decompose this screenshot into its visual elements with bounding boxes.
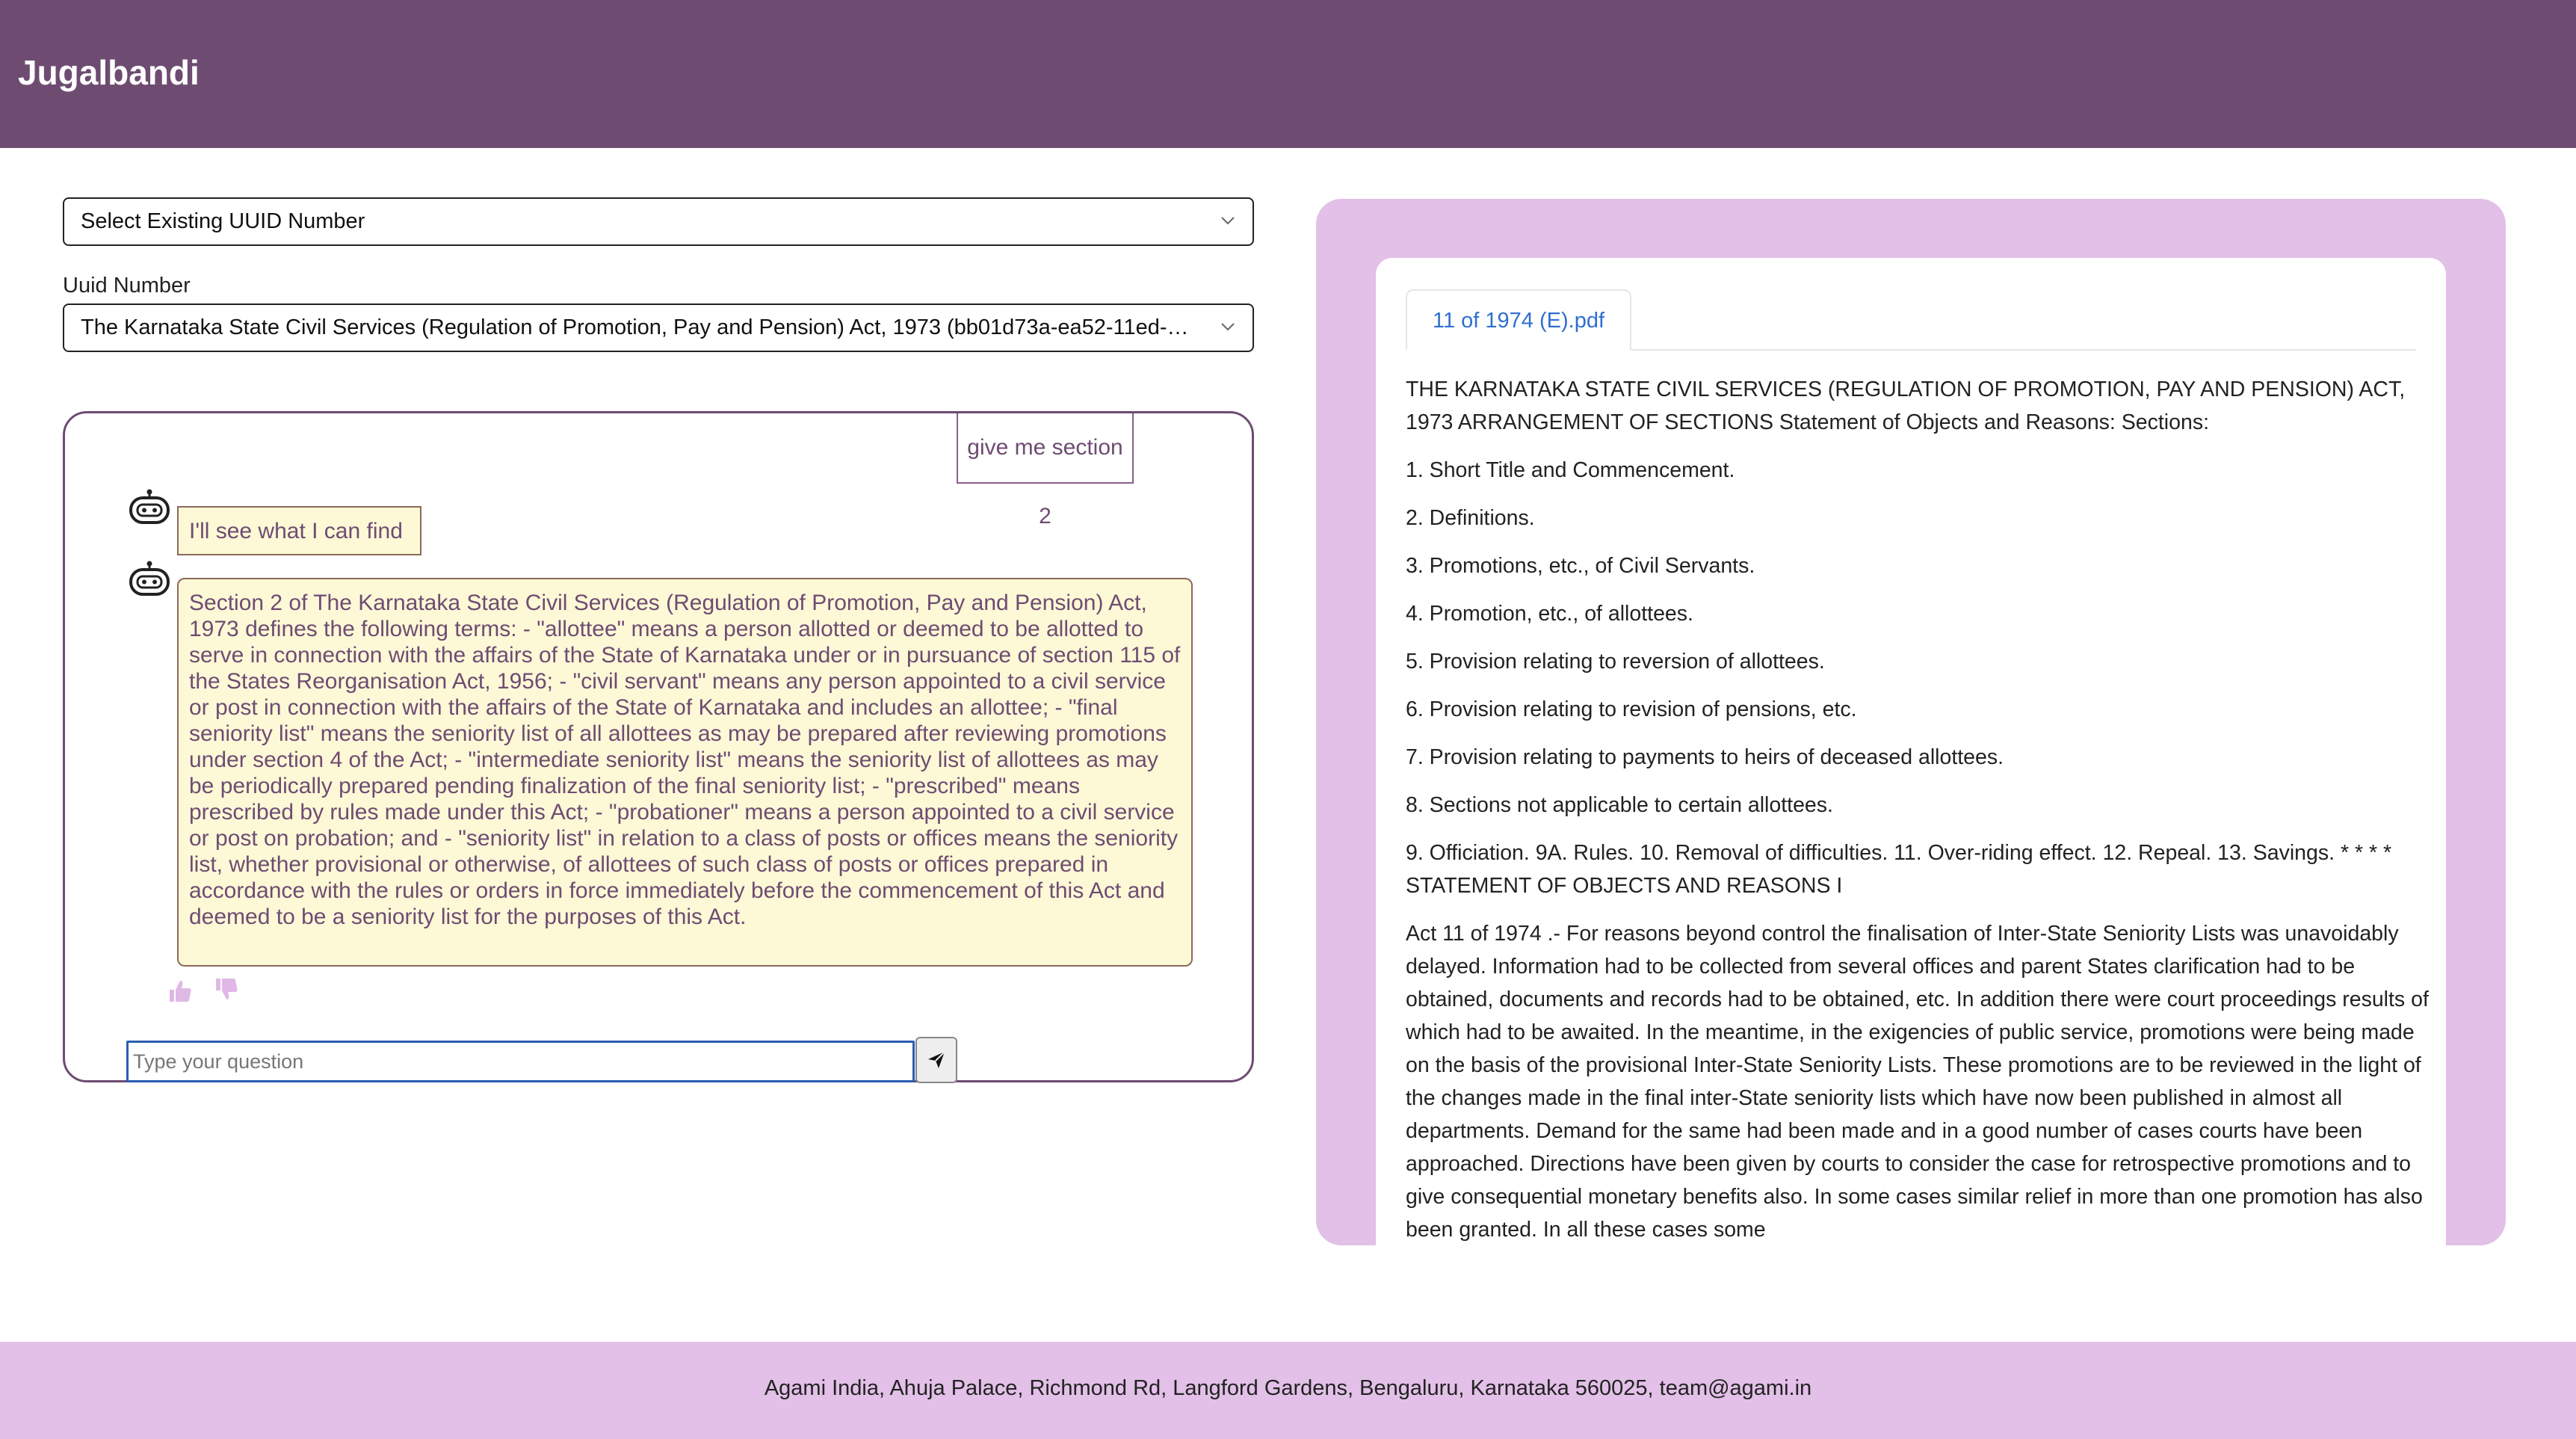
thumbs-up-icon[interactable]	[167, 978, 194, 1005]
chat-window: give me section 2 I'll see what I can fi…	[63, 411, 1254, 1083]
document-paragraph: Act 11 of 1974 .- For reasons beyond con…	[1406, 922, 2429, 1242]
document-paragraph: THE KARNATAKA STATE CIVIL SERVICES (REGU…	[1406, 378, 2406, 434]
uuid-number-select[interactable]: The Karnataka State Civil Services (Regu…	[63, 303, 1254, 352]
send-icon	[928, 1051, 945, 1068]
document-paragraph: 7. Provision relating to payments to hei…	[1406, 745, 2004, 769]
robot-icon	[129, 489, 170, 524]
document-paragraph: 5. Provision relating to reversion of al…	[1406, 650, 1825, 674]
document-paragraph: 4. Promotion, etc., of allottees.	[1406, 602, 1693, 626]
robot-icon	[129, 561, 170, 596]
document-paragraph: 3. Promotions, etc., of Civil Servants.	[1406, 554, 1755, 578]
send-button[interactable]	[915, 1037, 957, 1083]
app-header: Jugalbandi	[0, 0, 2576, 148]
document-paragraph: 6. Provision relating to revision of pen…	[1406, 697, 1857, 721]
footer-address: Agami India, Ahuja Palace, Richmond Rd, …	[764, 1376, 1812, 1400]
document-tabs: 11 of 1974 (E).pdf	[1406, 289, 2416, 351]
document-paragraph: 9. Officiation. 9A. Rules. 10. Removal o…	[1406, 841, 2392, 898]
brand-title: Jugalbandi	[18, 53, 200, 92]
document-panel: 11 of 1974 (E).pdf THE KARNATAKA STATE C…	[1316, 199, 2506, 1245]
document-paragraph: 8. Sections not applicable to certain al…	[1406, 793, 1833, 817]
page-footer: Agami India, Ahuja Palace, Richmond Rd, …	[0, 1342, 2576, 1439]
existing-uuid-select[interactable]: Select Existing UUID Number	[63, 197, 1254, 246]
document-text: THE KARNATAKA STATE CIVIL SERVICES (REGU…	[1406, 373, 2431, 1245]
document-paragraph: 2. Definitions.	[1406, 506, 1535, 530]
existing-uuid-select-label: Select Existing UUID Number	[81, 209, 365, 233]
document-paragraph: 1. Short Title and Commencement.	[1406, 458, 1735, 482]
chevron-down-icon	[1221, 217, 1235, 225]
user-message: give me section 2	[957, 413, 1134, 529]
question-input[interactable]	[126, 1041, 915, 1082]
bot-message: I'll see what I can find	[177, 506, 421, 555]
uuid-number-select-value: The Karnataka State Civil Services (Regu…	[81, 315, 1213, 339]
bot-message: Section 2 of The Karnataka State Civil S…	[177, 578, 1193, 967]
uuid-number-label: Uuid Number	[63, 274, 191, 298]
thumbs-down-icon[interactable]	[213, 976, 240, 1002]
document-viewer[interactable]: 11 of 1974 (E).pdf THE KARNATAKA STATE C…	[1376, 258, 2446, 1245]
chevron-down-icon	[1221, 323, 1235, 331]
tab-document[interactable]: 11 of 1974 (E).pdf	[1406, 289, 1632, 351]
